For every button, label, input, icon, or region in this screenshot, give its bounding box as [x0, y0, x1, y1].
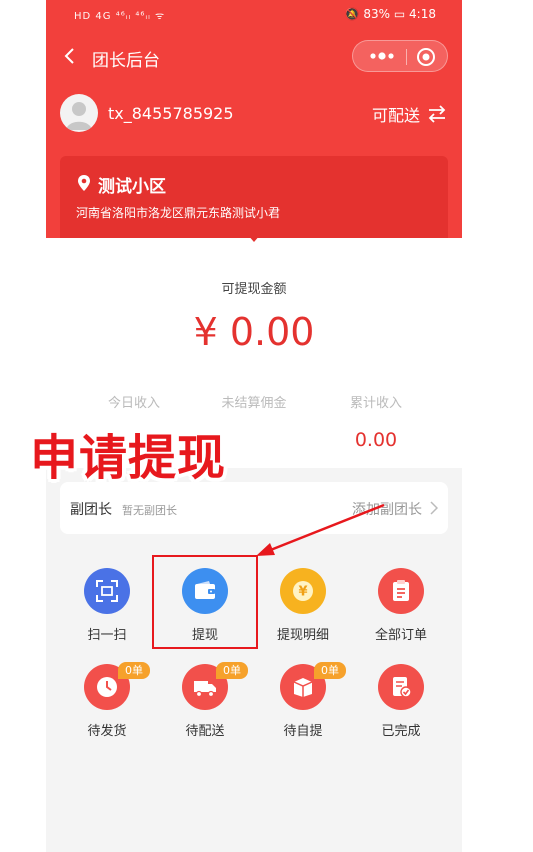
- stat-value: 0.00: [354, 429, 398, 451]
- status-bar: HD 4G ⁴⁶ᵢₗ ⁴⁶ᵢₗ ᯤ 🔕 83% ▭ 4:18: [46, 0, 462, 30]
- withdraw-details-label: 提现明细: [276, 628, 329, 643]
- annotation-caption: 申请提现: [30, 430, 227, 486]
- stat-label: 今日收入: [107, 396, 160, 411]
- balance-amount: ¥ 0.00: [193, 310, 315, 354]
- withdraw-details-button[interactable]: ¥ 提现明细: [258, 568, 348, 658]
- all-orders-button[interactable]: 全部订单: [356, 568, 446, 658]
- community-name: 测试小区: [98, 177, 166, 197]
- avatar-placeholder-icon: [66, 102, 92, 130]
- user-row: tx_8455785925 可配送: [46, 92, 462, 136]
- scan-label: 扫一扫: [87, 628, 127, 643]
- username: tx_8455785925: [108, 104, 234, 123]
- scan-button[interactable]: 扫一扫: [62, 568, 152, 658]
- completed-button[interactable]: 已完成: [356, 664, 446, 754]
- done-document-icon: [378, 664, 424, 710]
- deputy-leader-row[interactable]: 副团长 暂无副团长 添加副团长: [60, 482, 448, 534]
- stat-total-income: 累计收入 0.00: [316, 392, 436, 451]
- pending-delivery-button[interactable]: 0单 待配送: [160, 662, 250, 754]
- mode-label: 可配送: [371, 106, 420, 125]
- community-address: 河南省洛阳市洛龙区鼎元东路测试小君: [76, 206, 281, 220]
- navbar: 团长后台: [46, 34, 462, 80]
- capsule-divider: [406, 49, 407, 65]
- status-left: HD 4G ⁴⁶ᵢₗ ⁴⁶ᵢₗ ᯤ: [74, 11, 166, 22]
- pending-ship-label: 待发货: [87, 724, 127, 739]
- yen-coin-icon: ¥: [280, 568, 326, 614]
- back-arrow-icon[interactable]: [60, 46, 80, 66]
- balance-label: 可提现金额: [221, 282, 287, 297]
- order-count-badge: 0单: [118, 662, 150, 679]
- chevron-right-icon: [430, 501, 438, 515]
- pending-pickup-button[interactable]: 0单 待自提: [258, 662, 348, 754]
- order-count-badge: 0单: [216, 662, 248, 679]
- page-title: 团长后台: [92, 51, 160, 71]
- status-right: 🔕 83% ▭ 4:18: [344, 7, 436, 21]
- mini-program-capsule: [352, 40, 448, 72]
- svg-text:¥: ¥: [298, 585, 307, 600]
- completed-label: 已完成: [381, 724, 421, 739]
- close-miniprogram-icon[interactable]: [415, 46, 437, 68]
- all-orders-label: 全部订单: [374, 628, 427, 643]
- stat-label: 累计收入: [349, 396, 402, 411]
- pending-delivery-label: 待配送: [185, 724, 225, 739]
- add-deputy-link[interactable]: 添加副团长: [352, 499, 422, 519]
- deputy-title: 副团长: [70, 502, 112, 518]
- clipboard-icon: [378, 568, 424, 614]
- stat-label: 未结算佣金: [221, 396, 287, 411]
- community-card: 测试小区 河南省洛阳市洛龙区鼎元东路测试小君: [60, 156, 448, 238]
- deputy-subtitle: 暂无副团长: [122, 504, 177, 517]
- switch-mode-button[interactable]: 可配送: [372, 102, 448, 126]
- annotation-highlight-box: [152, 555, 258, 649]
- location-pin-icon: [78, 175, 90, 191]
- pending-ship-button[interactable]: 0单 待发货: [62, 662, 152, 754]
- order-count-badge: 0单: [314, 662, 346, 679]
- avatar[interactable]: [60, 94, 98, 132]
- card-pointer: [247, 234, 261, 242]
- more-icon[interactable]: [365, 48, 399, 64]
- scan-icon: [84, 568, 130, 614]
- switch-icon: [428, 105, 446, 123]
- pending-pickup-label: 待自提: [283, 724, 323, 739]
